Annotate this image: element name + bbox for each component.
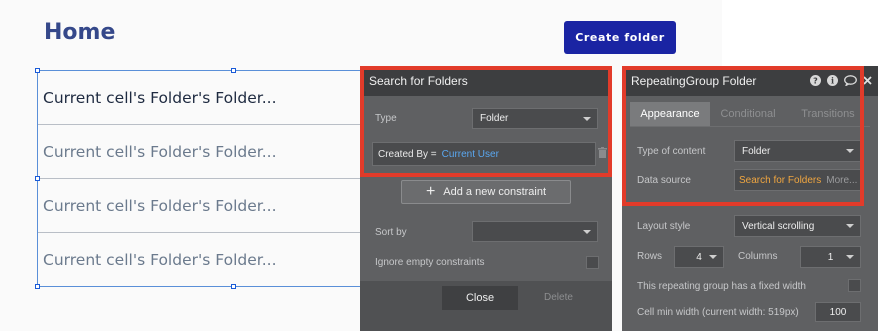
columns-label: Columns xyxy=(738,251,778,262)
chevron-down-icon xyxy=(846,224,854,228)
plus-icon: + xyxy=(425,183,436,200)
rg-cell[interactable]: Current cell's Folder's Folder... xyxy=(38,233,362,287)
ignore-empty-label: Ignore empty constraints xyxy=(375,257,485,268)
fixed-width-checkbox[interactable] xyxy=(848,279,861,292)
add-constraint-button[interactable]: + Add a new constraint xyxy=(401,180,571,204)
columns-value: 1 xyxy=(827,251,834,263)
resize-handle[interactable] xyxy=(35,284,40,289)
sort-label: Sort by xyxy=(375,227,407,238)
rows-value: 4 xyxy=(696,251,702,263)
resize-handle[interactable] xyxy=(231,284,236,289)
chevron-down-icon xyxy=(846,255,854,259)
search-highlight-box xyxy=(360,66,612,177)
close-button[interactable]: Close xyxy=(442,286,518,310)
layout-style-label: Layout style xyxy=(637,221,691,232)
rows-label: Rows xyxy=(637,251,663,262)
ignore-empty-checkbox[interactable] xyxy=(586,256,599,269)
create-folder-button[interactable]: Create folder xyxy=(564,21,676,54)
repeating-group-folder[interactable]: Current cell's Folder's Folder... Curren… xyxy=(37,70,363,287)
resize-handle[interactable] xyxy=(35,176,40,181)
fixed-width-label: This repeating group has a fixed width xyxy=(637,281,806,292)
property-highlight-box xyxy=(622,66,864,206)
chevron-down-icon xyxy=(709,255,717,259)
resize-handle[interactable] xyxy=(231,68,236,73)
layout-style-value: Vertical scrolling xyxy=(742,220,815,232)
columns-input[interactable]: 1 xyxy=(800,246,861,268)
rg-cell[interactable]: Current cell's Folder's Folder... xyxy=(38,125,362,179)
cell-min-width-label: Cell min width (current width: 519px) xyxy=(637,307,799,318)
layout-style-dropdown[interactable]: Vertical scrolling xyxy=(734,215,861,237)
resize-handle[interactable] xyxy=(35,68,40,73)
add-constraint-label: Add a new constraint xyxy=(443,186,547,198)
rows-input[interactable]: 4 xyxy=(674,246,724,268)
rg-cell[interactable]: Current cell's Folder's Folder... xyxy=(38,71,362,125)
page-title: Home xyxy=(44,20,116,45)
close-icon[interactable] xyxy=(863,76,872,85)
chevron-down-icon xyxy=(583,229,591,234)
rg-cell[interactable]: Current cell's Folder's Folder... xyxy=(38,179,362,233)
sort-dropdown[interactable] xyxy=(472,221,598,242)
delete-button[interactable]: Delete xyxy=(544,292,573,303)
cell-min-width-input[interactable]: 100 xyxy=(815,302,861,322)
